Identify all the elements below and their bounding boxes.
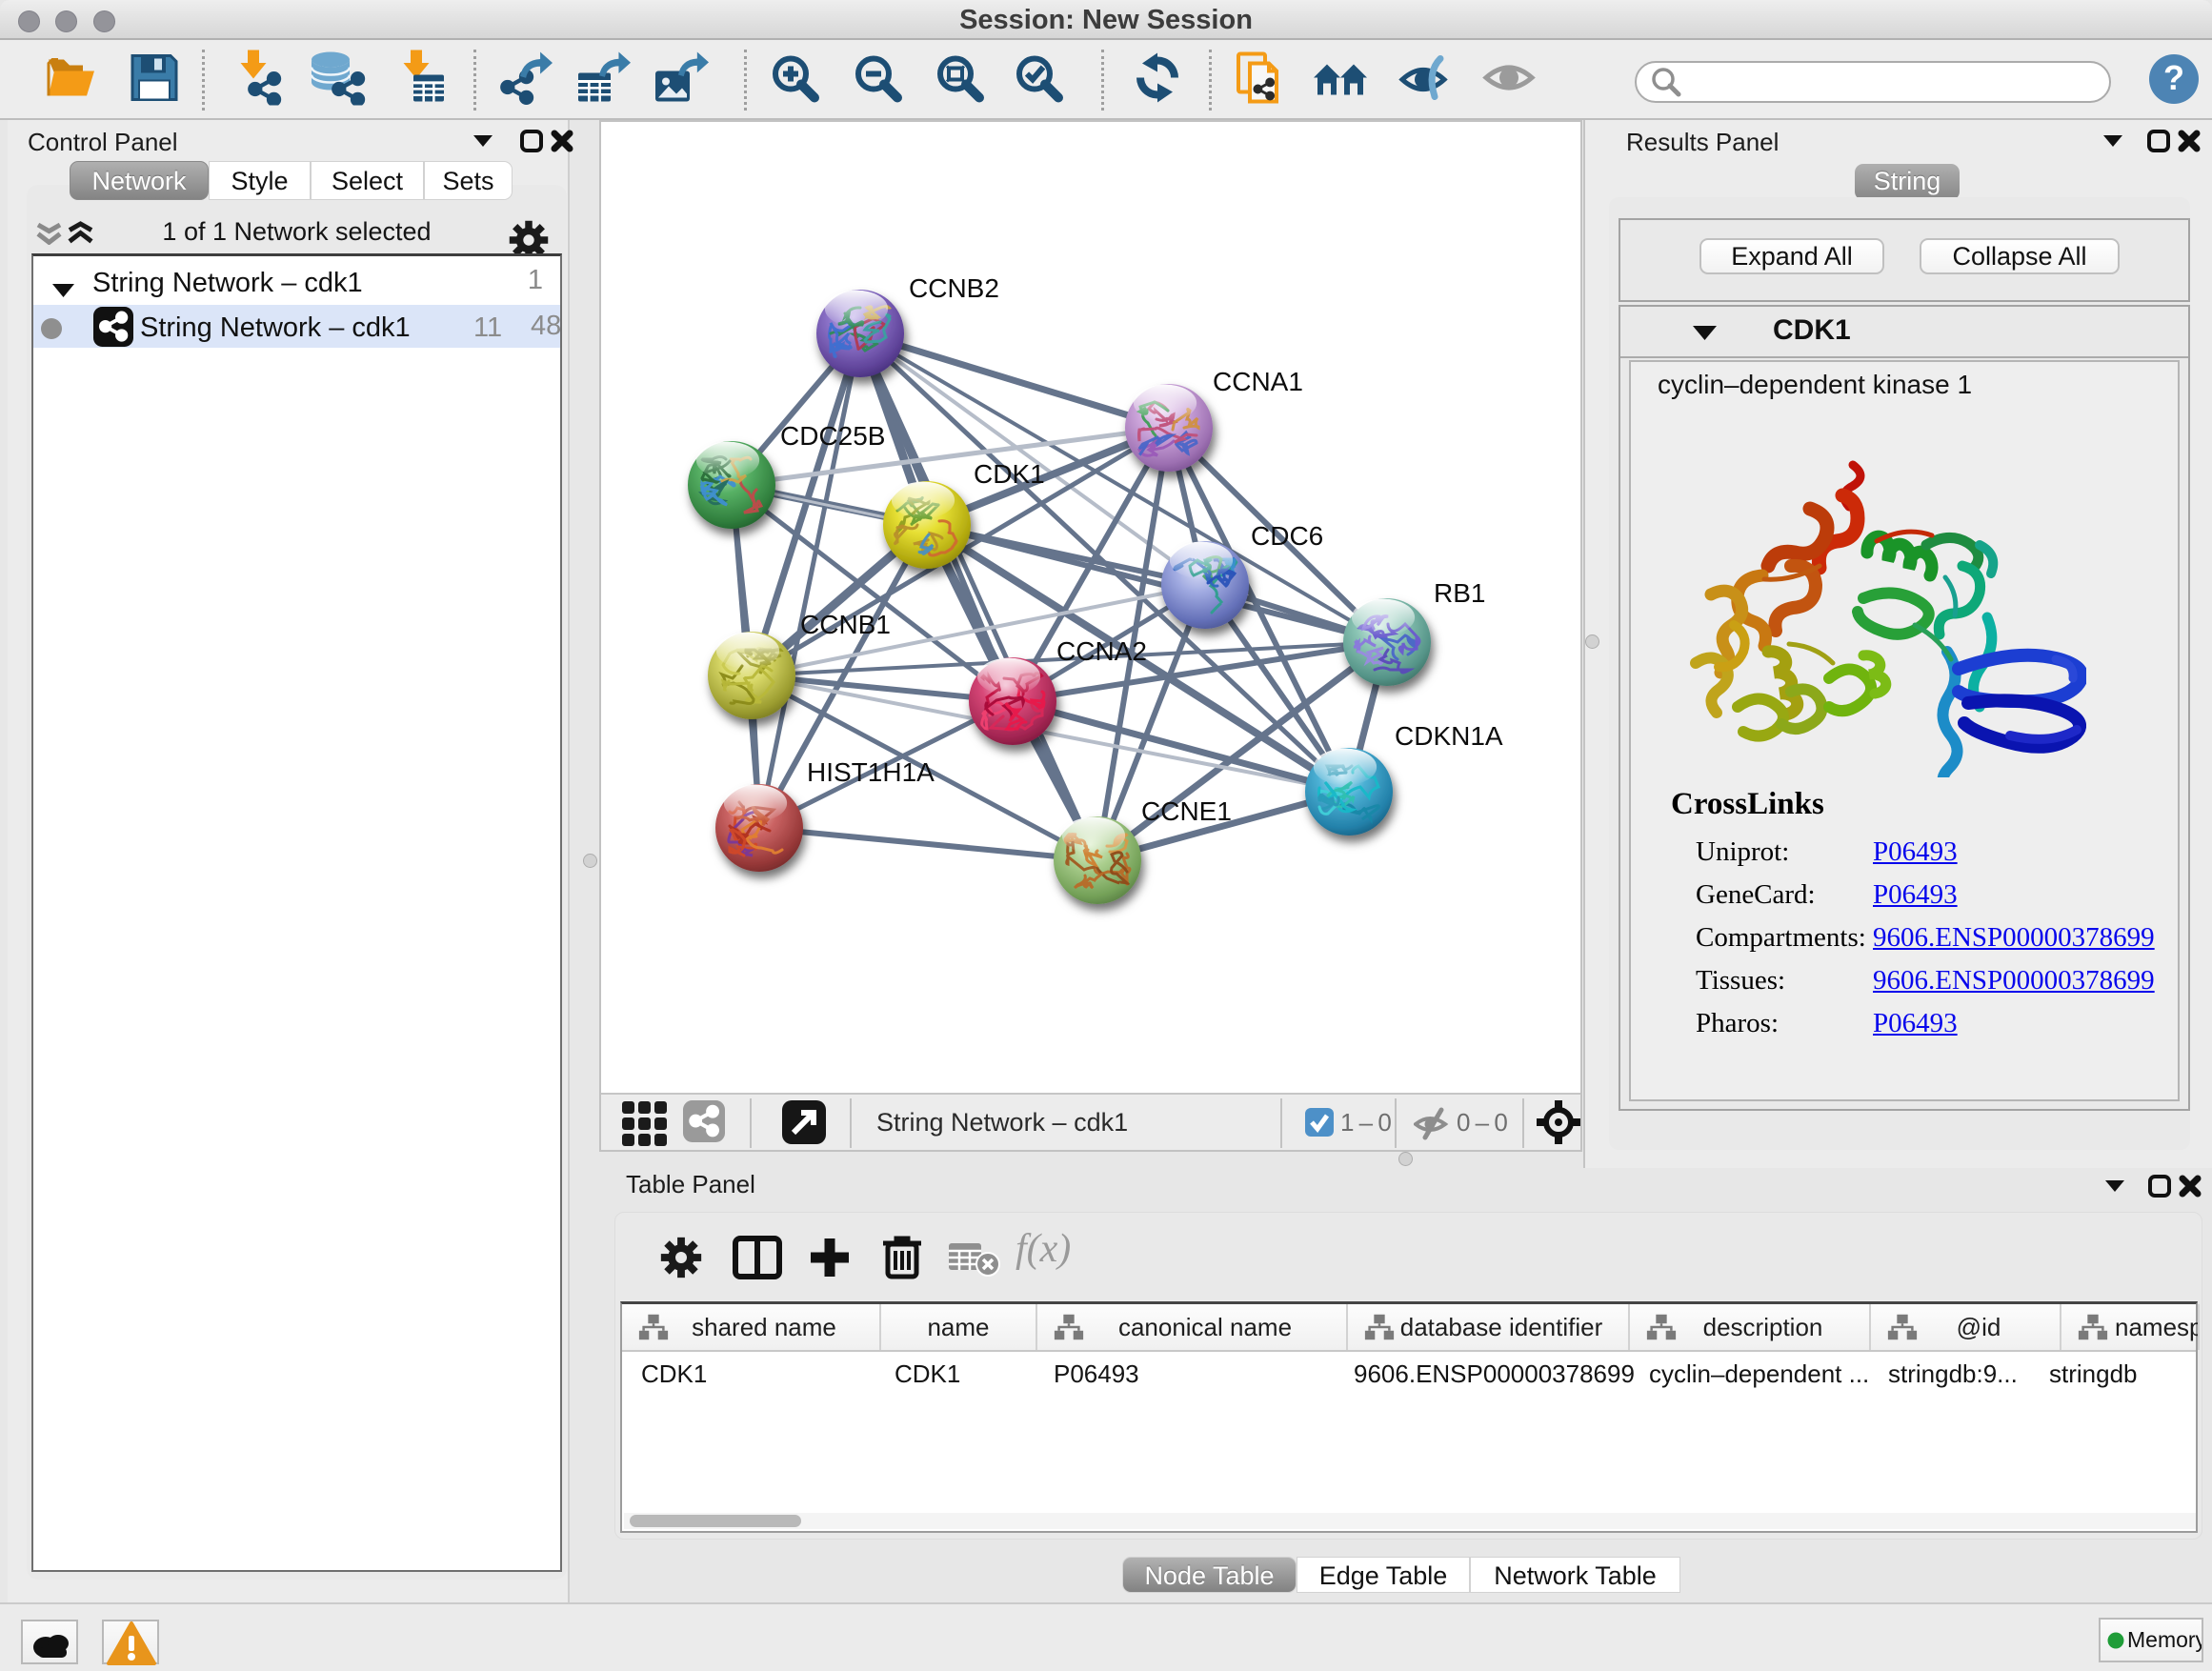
svg-text:CCNA1: CCNA1 [1213, 367, 1303, 396]
svg-text:CCNA2: CCNA2 [1056, 636, 1147, 666]
svg-text:CDC6: CDC6 [1251, 521, 1323, 551]
svg-text:CCNE1: CCNE1 [1141, 796, 1232, 826]
svg-text:RB1: RB1 [1434, 578, 1485, 608]
svg-text:CDK1: CDK1 [974, 459, 1045, 489]
svg-text:CCNB2: CCNB2 [909, 273, 999, 303]
svg-text:CDC25B: CDC25B [780, 421, 885, 451]
svg-text:HIST1H1A: HIST1H1A [807, 757, 935, 787]
svg-text:CCNB1: CCNB1 [800, 610, 891, 639]
svg-text:CDKN1A: CDKN1A [1395, 721, 1503, 751]
